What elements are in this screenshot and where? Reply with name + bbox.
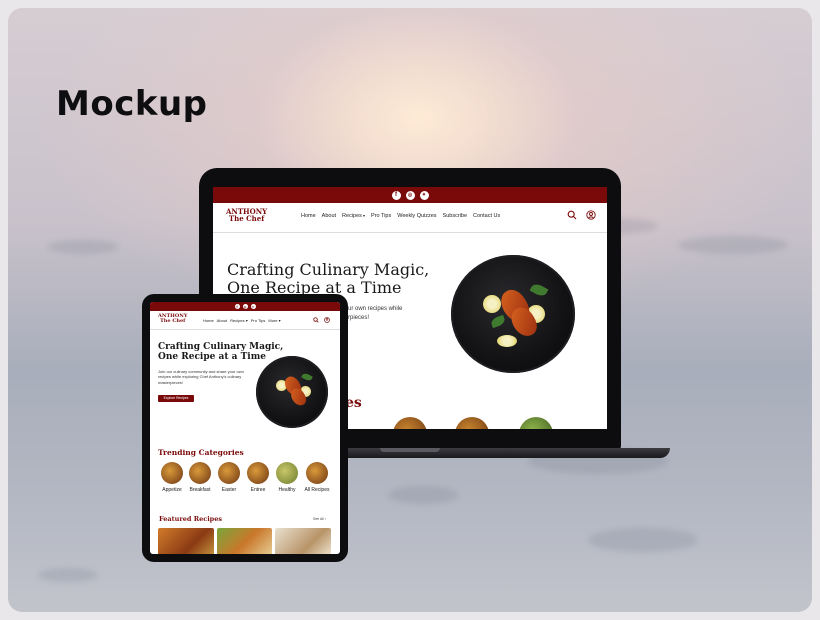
leaf	[301, 371, 313, 383]
chevron-down-icon: ▾	[244, 318, 248, 323]
nav-home[interactable]: Home	[301, 213, 316, 219]
category-breakfast[interactable]: Breakfast	[185, 462, 215, 493]
brand-line2: The Chef	[228, 214, 265, 224]
user-icon[interactable]	[586, 210, 596, 220]
water-ripple	[678, 236, 788, 254]
category-label: All Recipes	[304, 487, 330, 493]
leaf	[489, 314, 507, 329]
site-logo[interactable]: ANTHONY The Chef	[158, 313, 187, 325]
category-healthy[interactable]: Healthy	[272, 462, 302, 493]
lemon-slice	[483, 295, 501, 313]
hero-text-fragment: rpieces!	[348, 315, 370, 321]
category-easter[interactable]: Easter	[214, 462, 244, 493]
category-label: Easter	[221, 487, 237, 493]
instagram-icon[interactable]: ◎	[242, 304, 248, 309]
featured-recipe-card[interactable]	[275, 528, 331, 554]
instagram-icon[interactable]: ◎	[405, 190, 415, 200]
category-image	[247, 462, 269, 484]
category-thumb[interactable]	[519, 417, 553, 429]
site-nav: ANTHONY The Chef Home About Recipes ▾ Pr…	[213, 203, 607, 233]
water-ripple	[38, 568, 98, 582]
water-ripple	[48, 240, 118, 254]
see-all-link[interactable]: See All ›	[313, 517, 326, 521]
featured-title: Featured Recipes	[159, 515, 223, 523]
nav-pro-tips[interactable]: Pro Tips	[371, 213, 391, 219]
category-image	[161, 462, 183, 484]
facebook-icon[interactable]: f	[391, 190, 401, 200]
explore-recipes-button[interactable]: Explore Recipes	[158, 395, 194, 402]
leaf	[529, 281, 549, 299]
brand-line2: The Chef	[160, 318, 186, 325]
category-image	[276, 462, 298, 484]
twitter-icon[interactable]: ✦	[419, 190, 429, 200]
trending-title: Trending Categories	[158, 448, 244, 457]
category-label: Breakfast	[189, 487, 211, 493]
social-bar: f ◎ ✦	[213, 187, 607, 203]
user-icon[interactable]	[324, 317, 330, 323]
chevron-down-icon: ▾	[361, 213, 366, 218]
shrimp-plate-image	[451, 255, 575, 373]
nav-icons	[313, 317, 330, 323]
tablet-hero-heading: Crafting Culinary Magic, One Recipe at a…	[158, 342, 283, 363]
social-bar: f ◎ ✦	[150, 302, 340, 311]
category-image	[189, 462, 211, 484]
chevron-right-icon: ›	[323, 517, 327, 521]
nav-links: Home About Recipes ▾ Pro Tips More ▾	[203, 318, 281, 323]
chevron-down-icon: ▾	[277, 318, 281, 323]
water-ripple	[588, 528, 698, 552]
site-logo[interactable]: ANTHONY The Chef	[226, 208, 267, 223]
laptop-hero-heading: Crafting Culinary Magic, One Recipe at a…	[227, 260, 430, 298]
nav-recipes[interactable]: Recipes ▾	[342, 213, 365, 219]
water-ripple	[388, 486, 458, 504]
nav-contact[interactable]: Contact Us	[473, 213, 500, 219]
category-thumb[interactable]	[393, 417, 427, 429]
search-icon[interactable]	[313, 317, 319, 323]
nav-about[interactable]: About	[322, 213, 336, 219]
mockup-title: Mockup	[56, 84, 208, 124]
nav-recipes[interactable]: Recipes ▾	[230, 318, 248, 323]
featured-recipe-card[interactable]	[217, 528, 272, 554]
category-appetize[interactable]: Appetize	[157, 462, 187, 493]
tablet-hero-text: Join our culinary community and share yo…	[158, 369, 244, 385]
nav-icons	[567, 210, 596, 220]
category-label: Entree	[250, 487, 266, 493]
hero-line1: Crafting Culinary Magic,	[227, 260, 430, 279]
category-thumb[interactable]	[455, 417, 489, 429]
twitter-icon[interactable]: ✦	[250, 304, 256, 309]
hero-text-fragment: ur own recipes while	[348, 306, 403, 312]
nav-more[interactable]: More ▾	[268, 318, 280, 323]
nav-weekly-quizzes[interactable]: Weekly Quizzes	[397, 213, 436, 219]
site-nav: ANTHONY The Chef Home About Recipes ▾ Pr…	[150, 311, 340, 330]
tablet-screen: f ◎ ✦ ANTHONY The Chef Home About Recipe…	[150, 302, 340, 554]
laptop-notch	[380, 448, 440, 452]
nav-subscribe[interactable]: Subscribe	[443, 213, 467, 219]
category-label: Healthy	[278, 487, 296, 493]
hero-line2: One Recipe at a Time	[158, 352, 266, 363]
category-image	[218, 462, 240, 484]
category-entree[interactable]: Entree	[243, 462, 273, 493]
search-icon[interactable]	[567, 210, 577, 220]
nav-about[interactable]: About	[217, 318, 227, 323]
lemon-slice	[497, 335, 517, 347]
nav-pro-tips[interactable]: Pro Tips	[251, 318, 266, 323]
category-label: Appetize	[162, 487, 182, 493]
laptop-hero-text: ur own recipes while rpieces!	[348, 305, 402, 323]
featured-recipe-card[interactable]	[158, 528, 214, 554]
category-all-recipes[interactable]: All Recipes	[302, 462, 332, 493]
facebook-icon[interactable]: f	[234, 304, 240, 309]
hero-line1: Crafting Culinary Magic,	[158, 342, 284, 352]
shrimp-plate-image	[256, 356, 328, 428]
nav-links: Home About Recipes ▾ Pro Tips Weekly Qui…	[301, 213, 500, 219]
category-image	[306, 462, 328, 484]
nav-home[interactable]: Home	[203, 318, 214, 323]
